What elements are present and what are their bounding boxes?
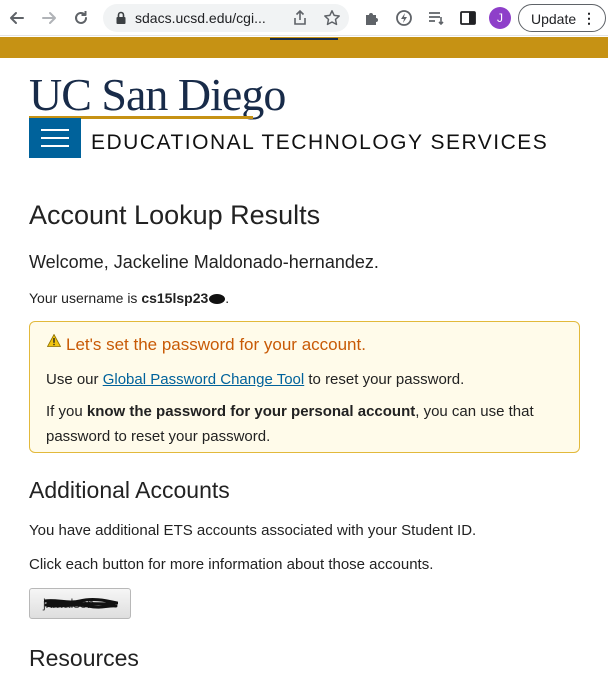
banner-accent [270,38,338,40]
update-button[interactable]: Update ⋮ [518,4,606,32]
alert-line2-bold: know the password for your personal acco… [86,403,416,420]
additional-accounts-instruction: Click each button for more information a… [29,556,434,573]
username-suffix: . [225,290,230,306]
page-title: Account Lookup Results [29,200,321,230]
extensions-puzzle-icon[interactable] [362,8,382,28]
forward-arrow-icon[interactable] [39,8,59,28]
password-alert: Let's set the password for your account.… [29,321,580,453]
alert-instruction: Use our Global Password Change Tool to r… [46,371,464,388]
address-bar[interactable]: sdacs.ucsd.edu/cgi... [103,4,349,32]
welcome-message: Welcome, Jackeline Maldonado-hernandez. [29,252,379,272]
additional-accounts-text: You have additional ETS accounts associa… [29,522,477,539]
hamburger-icon-bar [41,145,69,147]
share-icon[interactable] [291,9,309,27]
password-change-tool-link[interactable]: Global Password Change Tool [103,371,305,388]
hamburger-menu-button[interactable] [29,118,81,158]
reload-icon[interactable] [71,8,91,28]
browser-toolbar: sdacs.ucsd.edu/cgi... J Update ⋮ [0,0,608,36]
additional-accounts-heading: Additional Accounts [29,477,230,503]
hamburger-icon-bar [41,137,69,139]
username-prefix: Your username is [29,290,142,306]
redaction-mark [209,294,226,304]
alert-title: Let's set the password for your account. [66,335,366,354]
extension-bolt-icon[interactable] [394,8,414,28]
resources-heading: Resources [29,645,139,671]
alert-line1-suffix: to reset your password. [304,371,465,388]
url-text: sdacs.ucsd.edu/cgi... [135,10,266,26]
alert-note: If you know the password for your person… [46,399,566,449]
profile-avatar[interactable]: J [489,7,511,29]
username-line: Your username is cs15lsp23. [29,290,229,306]
alert-line2-prefix: If you [46,403,87,420]
side-panel-icon[interactable] [458,8,478,28]
bookmark-star-icon[interactable] [323,9,341,27]
back-arrow-icon[interactable] [7,8,27,28]
redaction-scribble [44,598,118,609]
ucsd-logo[interactable]: UC San Diego [29,70,286,120]
alert-line1-prefix: Use our [46,371,103,388]
warning-icon [47,334,61,347]
hamburger-icon [41,129,69,131]
additional-account-button[interactable]: jxmalson [29,588,131,619]
lock-icon [116,11,126,24]
username-value: cs15lsp23 [141,290,209,306]
department-name: EDUCATIONAL TECHNOLOGY SERVICES [91,131,549,154]
update-label: Update [531,11,577,27]
gold-banner [0,37,608,58]
more-menu-icon[interactable]: ⋮ [582,10,596,27]
reading-list-icon[interactable] [426,8,446,28]
